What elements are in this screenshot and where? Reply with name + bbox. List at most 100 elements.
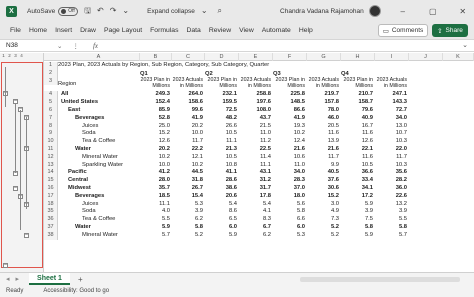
value-cell[interactable]: 258.8 [239, 91, 273, 99]
row-label[interactable]: Soda [82, 130, 143, 138]
row-header[interactable]: 8 [44, 122, 58, 131]
value-cell[interactable]: 34.0 [375, 115, 409, 123]
value-cell[interactable]: 21.6 [307, 146, 341, 154]
row-label[interactable]: All [61, 91, 143, 99]
value-cell[interactable]: 46.0 [307, 115, 341, 123]
save-icon[interactable]: 🖫 [84, 7, 91, 15]
value-cell[interactable]: 7.3 [307, 216, 341, 224]
filename-dropdown-icon[interactable]: ⌄ [201, 7, 208, 15]
value-cell[interactable]: 22.0 [375, 146, 409, 154]
horizontal-scrollbar[interactable] [300, 277, 460, 282]
value-cell[interactable]: 5.2 [307, 224, 341, 232]
worksheet-grid[interactable]: 1 2 3 4 ABCDEFGHIJK 1 2 3 2023 Plan, 2023 A… [0, 53, 474, 272]
row-label[interactable]: East [68, 107, 143, 115]
name-box[interactable]: N38 [3, 40, 47, 51]
share-button[interactable]: ⇪ Share [432, 24, 468, 37]
value-cell[interactable]: 11.7 [375, 154, 409, 162]
value-cell[interactable]: 21.5 [239, 123, 273, 131]
value-cell[interactable]: 19.3 [273, 123, 307, 131]
outline-level-3-button[interactable]: 3 [13, 53, 18, 59]
value-cell[interactable]: 12.6 [140, 138, 172, 146]
value-cell[interactable]: 7.5 [341, 216, 375, 224]
value-cell[interactable]: 28.3 [273, 177, 307, 185]
column-header-a[interactable]: A [58, 53, 140, 61]
value-cell[interactable]: 148.5 [273, 99, 307, 107]
value-cell[interactable]: 157.8 [307, 99, 341, 107]
value-cell[interactable]: 28.6 [205, 177, 239, 185]
sheet-tab[interactable]: Sheet 1 [29, 273, 70, 285]
comments-button[interactable]: ▭ Comments [378, 24, 428, 37]
value-cell[interactable]: 13.2 [375, 201, 409, 209]
autosave-toggle[interactable]: Off [58, 6, 79, 16]
value-cell[interactable]: 12.4 [273, 138, 307, 146]
expand-formula-bar-icon[interactable]: ⌄ [462, 41, 468, 49]
value-cell[interactable]: 5.9 [341, 232, 375, 240]
tab-page-layout[interactable]: Page Layout [104, 27, 142, 34]
tab-file[interactable]: File [10, 27, 21, 34]
value-cell[interactable]: 12.6 [341, 138, 375, 146]
row-header[interactable]: 1 [44, 62, 58, 70]
outline-level-4-button[interactable]: 4 [19, 53, 24, 59]
row-label[interactable]: Water [75, 146, 143, 154]
value-cell[interactable]: 6.6 [273, 216, 307, 224]
user-name[interactable]: Chandra Vadana Rajamohan [280, 8, 364, 15]
row-label[interactable]: Juices [82, 123, 143, 131]
measure-header[interactable]: 2023 Actuals in Millions [375, 77, 407, 89]
tab-help[interactable]: Help [299, 27, 313, 34]
value-cell[interactable]: 11.7 [172, 138, 205, 146]
tab-automate[interactable]: Automate [262, 27, 291, 34]
tab-draw[interactable]: Draw [80, 27, 96, 34]
namebox-dropdown-icon[interactable]: ⌄ [57, 42, 62, 50]
row-label[interactable]: Water [75, 224, 143, 232]
value-cell[interactable]: 5.8 [273, 208, 307, 216]
row-header[interactable]: 12 [44, 153, 58, 162]
tab-data[interactable]: Data [186, 27, 200, 34]
value-cell[interactable]: 35.6 [375, 169, 409, 177]
redo-icon[interactable]: ↷ [110, 7, 117, 15]
insert-function-icon[interactable]: fx [93, 42, 98, 50]
value-cell[interactable]: 11.1 [239, 162, 273, 170]
measure-header[interactable]: 2023 Plan in Millions [273, 77, 305, 89]
row-label[interactable]: Tea & Coffee [82, 138, 143, 146]
row-label[interactable]: Tea & Coffee [82, 216, 143, 224]
value-cell[interactable]: 72.5 [205, 107, 239, 115]
avatar[interactable] [368, 5, 381, 17]
tab-review[interactable]: Review [209, 27, 231, 34]
value-cell[interactable]: 11.2 [239, 138, 273, 146]
measure-header[interactable]: 2023 Plan in Millions [205, 77, 237, 89]
value-cell[interactable]: 5.4 [239, 201, 273, 209]
value-cell[interactable]: 11.0 [239, 130, 273, 138]
tab-view[interactable]: View [239, 27, 254, 34]
value-cell[interactable]: 31.2 [239, 177, 273, 185]
value-cell[interactable]: 197.6 [239, 99, 273, 107]
value-cell[interactable]: 6.0 [205, 224, 239, 232]
value-cell[interactable]: 20.6 [205, 193, 239, 201]
outline-level-1-button[interactable]: 1 [1, 53, 6, 59]
value-cell[interactable]: 10.0 [172, 130, 205, 138]
column-header-j[interactable]: J [409, 53, 443, 61]
value-cell[interactable]: 37.6 [307, 177, 341, 185]
value-cell[interactable]: 15.4 [172, 193, 205, 201]
outline-level-2-button[interactable]: 2 [7, 53, 12, 59]
value-cell[interactable]: 52.8 [140, 115, 172, 123]
value-cell[interactable]: 5.2 [307, 232, 341, 240]
value-cell[interactable]: 5.4 [205, 201, 239, 209]
region-header[interactable]: Region [58, 81, 118, 89]
value-cell[interactable]: 17.2 [341, 193, 375, 201]
value-cell[interactable]: 4.1 [239, 208, 273, 216]
value-cell[interactable]: 10.5 [205, 130, 239, 138]
value-cell[interactable]: 26.7 [172, 185, 205, 193]
value-cell[interactable]: 219.7 [307, 91, 341, 99]
value-cell[interactable]: 43.1 [239, 169, 273, 177]
value-cell[interactable]: 11.6 [307, 130, 341, 138]
value-cell[interactable]: 225.8 [273, 91, 307, 99]
column-header-b[interactable]: B [140, 53, 172, 61]
value-cell[interactable]: 108.0 [239, 107, 273, 115]
value-cell[interactable]: 17.8 [239, 193, 273, 201]
value-cell[interactable]: 3.9 [375, 208, 409, 216]
value-cell[interactable]: 3.9 [172, 208, 205, 216]
value-cell[interactable]: 10.3 [375, 138, 409, 146]
tab-formulas[interactable]: Formulas [150, 27, 178, 34]
row-header[interactable]: 10 [44, 138, 58, 146]
value-cell[interactable]: 31.7 [239, 185, 273, 193]
